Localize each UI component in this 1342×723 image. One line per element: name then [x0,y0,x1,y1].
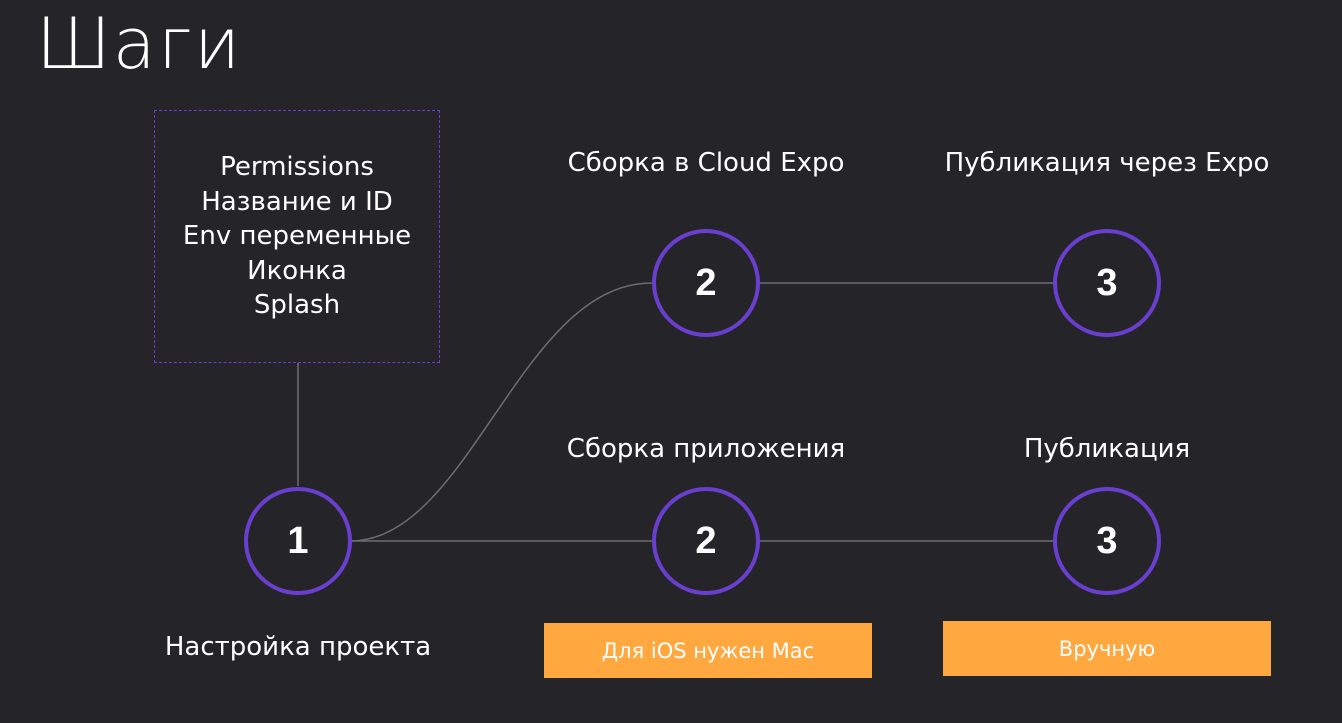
step-node-setup: 1 [244,487,352,595]
step-label-setup: Настройка проекта [164,632,432,662]
setup-item-icon: Иконка [247,255,347,286]
setup-details-box: Permissions Название и ID Env переменные… [154,110,440,363]
step-label-app-build: Сборка приложения [566,434,846,464]
step-label-expo-publish: Публикация через Expo [944,148,1270,178]
note-manual: Вручную [943,621,1271,676]
step-label-cloud-build: Сборка в Cloud Expo [567,148,845,178]
step-node-publish: 3 [1053,487,1161,595]
setup-item-name-id: Название и ID [201,186,393,217]
step-node-cloud-build: 2 [652,229,760,337]
note-ios-mac: Для iOS нужен Mac [544,623,872,678]
step-node-app-build: 2 [652,487,760,595]
step-label-publish: Публикация [1023,434,1191,464]
setup-item-splash: Splash [253,290,341,321]
setup-item-permissions: Permissions [220,152,374,183]
step-node-expo-publish: 3 [1053,229,1161,337]
setup-item-env: Env переменные [182,221,412,252]
